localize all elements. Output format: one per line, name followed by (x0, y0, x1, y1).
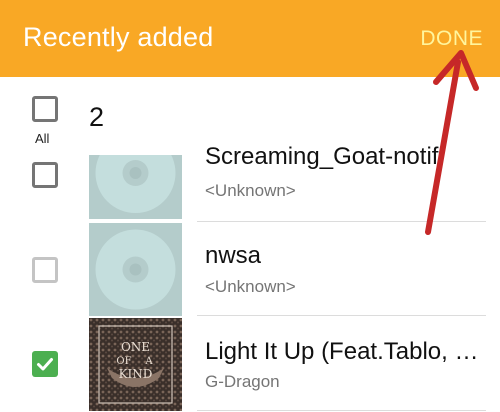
row-divider (197, 315, 486, 316)
svg-text:A: A (144, 356, 153, 367)
track-artist: G-Dragon (205, 372, 280, 391)
track-title: nwsa (205, 242, 262, 269)
svg-text:KIND: KIND (119, 367, 153, 381)
select-all-label: All (35, 131, 50, 146)
svg-text:OF: OF (116, 356, 131, 367)
track-checkbox-checked[interactable] (32, 351, 58, 377)
track-artist: <Unknown> (205, 277, 296, 296)
row-divider (197, 221, 486, 222)
track-checkbox[interactable] (32, 162, 58, 188)
album-art-disc-icon (89, 223, 182, 316)
select-all-checkbox[interactable] (32, 96, 58, 122)
track-checkbox[interactable] (32, 257, 58, 283)
track-artist: <Unknown> (205, 181, 296, 200)
row-divider (197, 410, 486, 411)
track-title: Screaming_Goat-notifi (205, 143, 444, 170)
svg-text:ONE: ONE (121, 340, 150, 354)
app-bar: Recently added DONE (0, 0, 500, 77)
screen: Recently added DONE All 2 Screaming_Goat… (0, 0, 500, 412)
page-title: Recently added (23, 22, 214, 52)
album-art-cover: ONE OF A KIND (89, 318, 182, 411)
track-title: Light It Up (Feat.Tablo, … (205, 338, 479, 365)
selected-count: 2 (89, 102, 105, 132)
done-button[interactable]: DONE (420, 27, 483, 51)
album-art-disc-icon (89, 155, 182, 219)
checkmark-icon (37, 358, 53, 371)
